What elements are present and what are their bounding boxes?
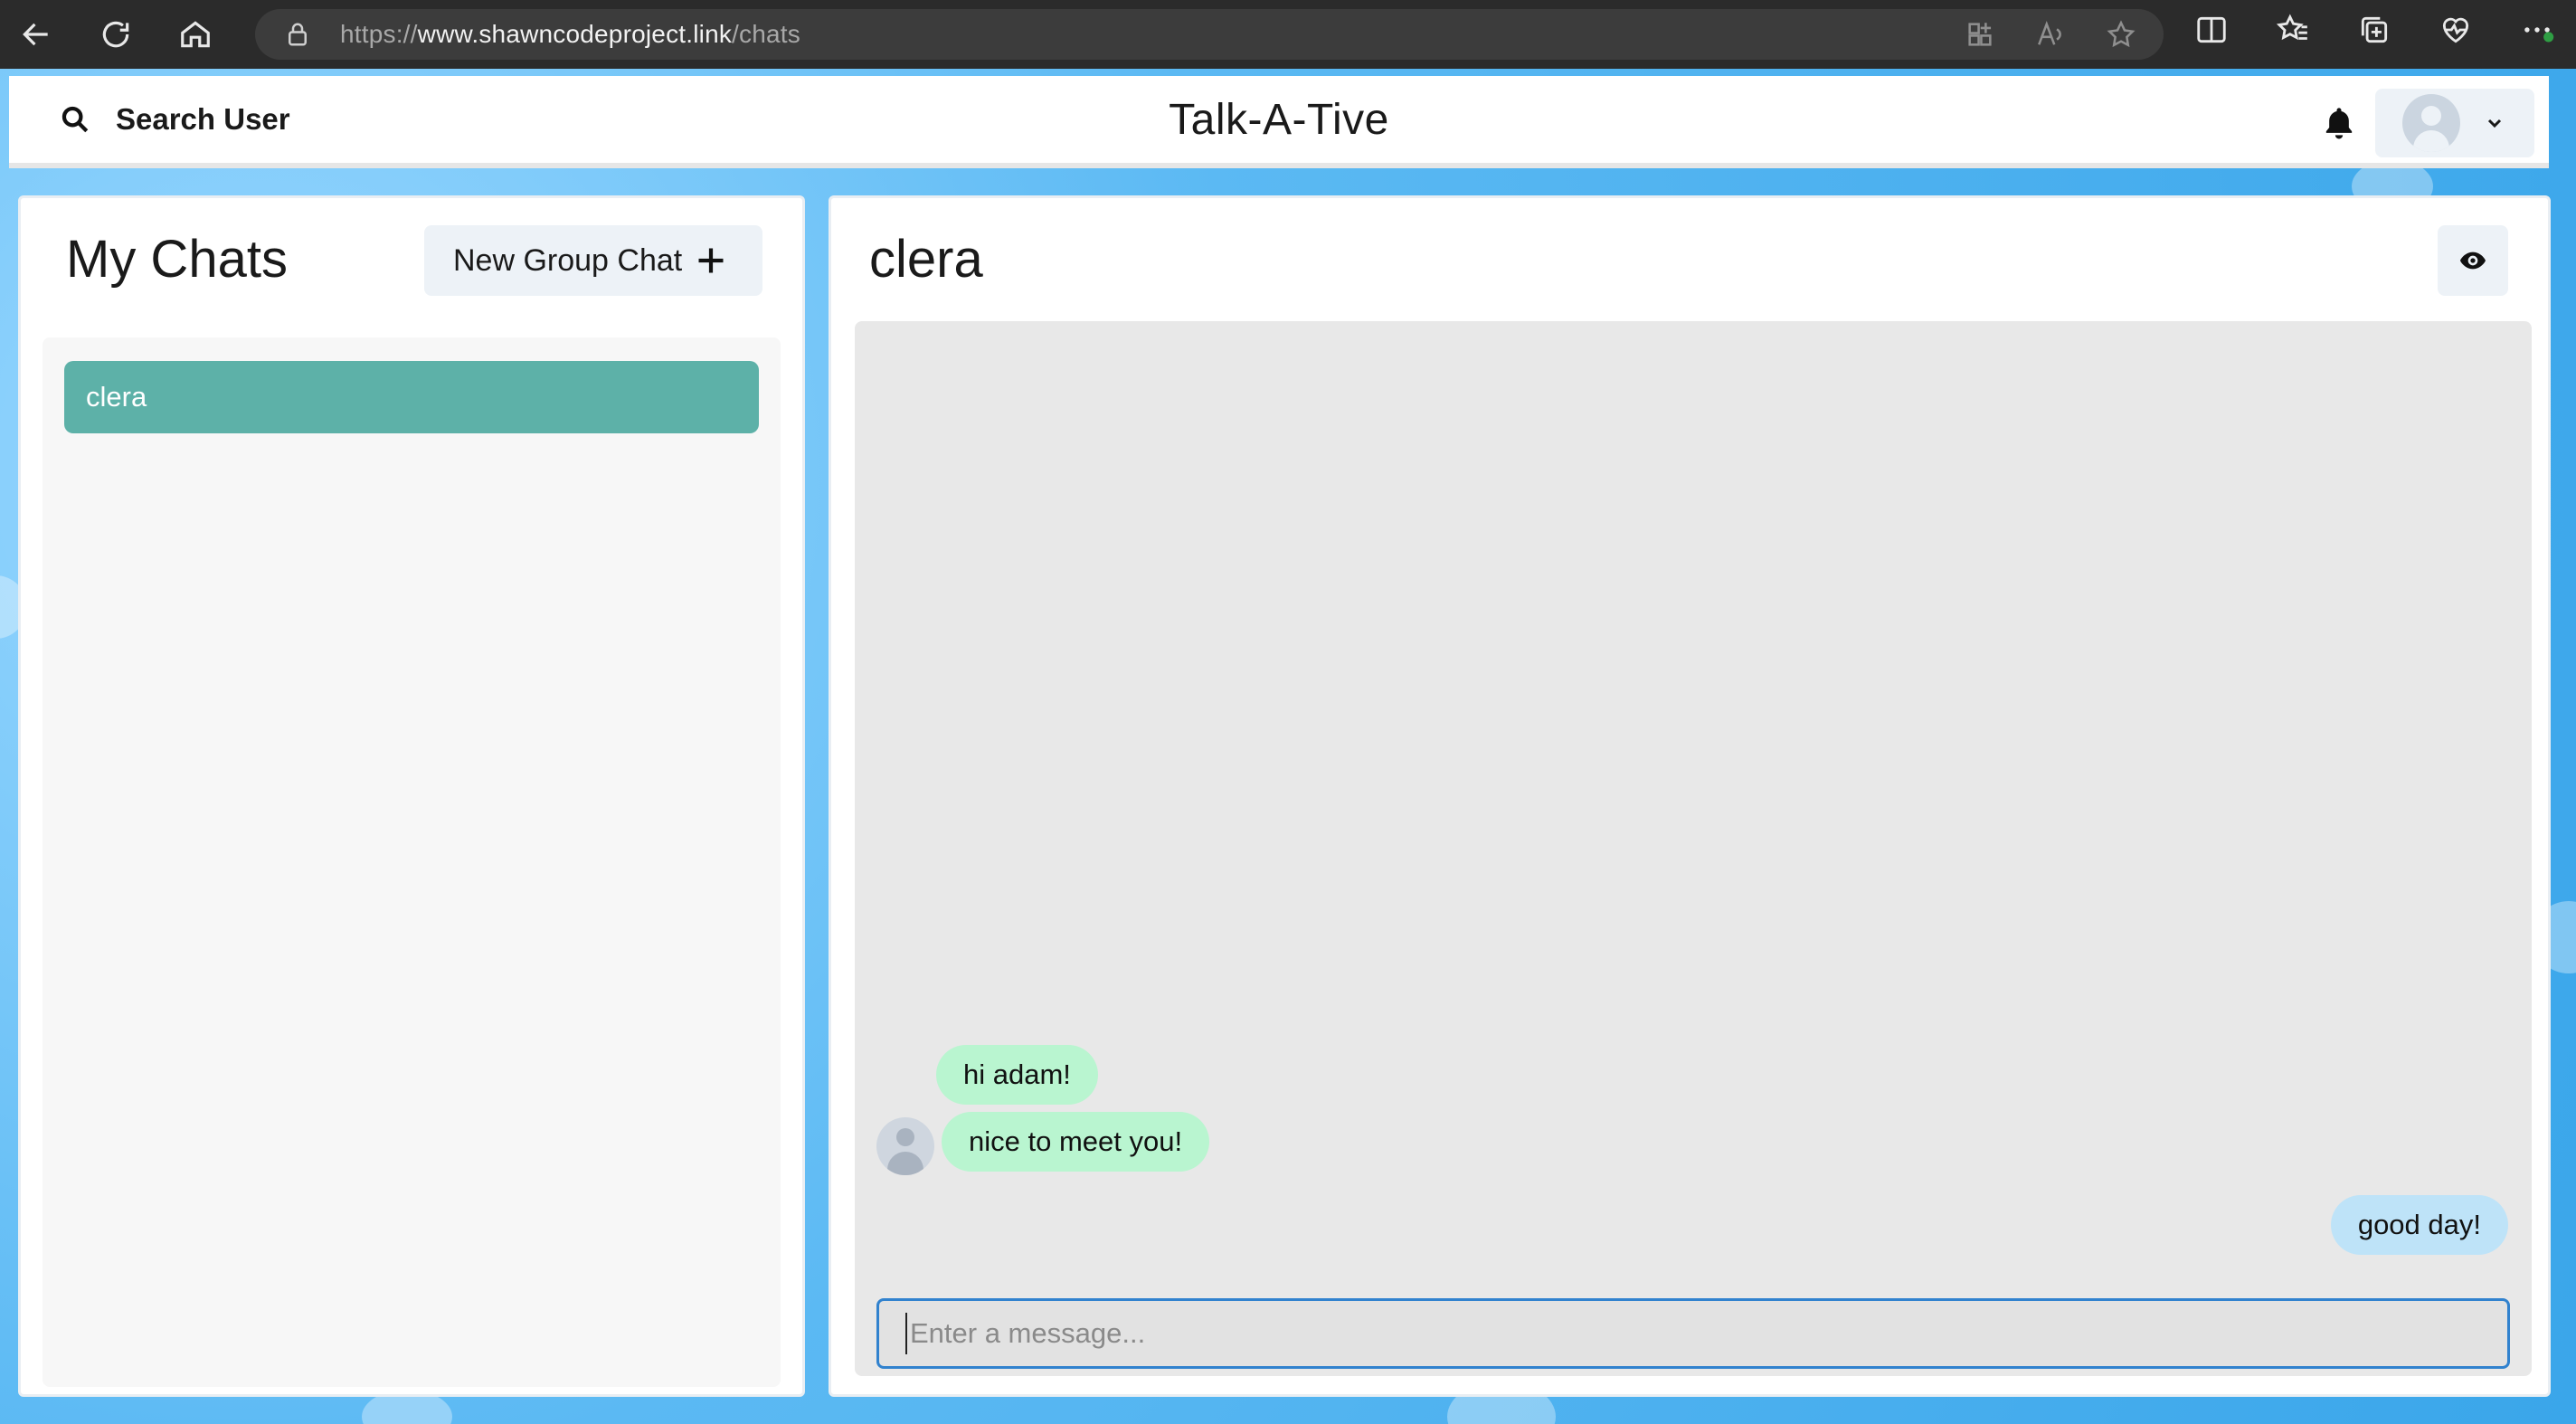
message-bubble-incoming: hi adam! [936, 1045, 1098, 1105]
chat-list-item-name: clera [86, 381, 147, 413]
home-button[interactable] [168, 7, 223, 62]
back-button[interactable] [9, 7, 63, 62]
profile-menu-button[interactable] [2375, 89, 2534, 157]
chat-title: clera [869, 230, 983, 289]
messages-area: hi adam! nice to meet you! good day! [855, 321, 2532, 1376]
eye-icon [2460, 252, 2486, 270]
message-bubble-incoming: nice to meet you! [942, 1112, 1210, 1172]
sender-avatar-icon[interactable] [876, 1117, 934, 1175]
new-group-chat-button[interactable]: New Group Chat [424, 225, 762, 296]
my-chats-title: My Chats [66, 230, 288, 289]
split-screen-icon[interactable] [2194, 13, 2229, 47]
new-group-chat-label: New Group Chat [453, 242, 683, 278]
search-user-button[interactable]: Search User [51, 88, 299, 151]
text-caret [905, 1313, 907, 1354]
plus-icon [698, 248, 724, 273]
chevron-down-icon [2487, 119, 2502, 128]
refresh-icon [102, 21, 129, 48]
avatar-icon [2402, 94, 2460, 152]
read-aloud-icon[interactable] [2035, 19, 2066, 50]
app-available-icon[interactable] [1965, 19, 1995, 50]
chat-panel: clera hi adam! nice to meet you! good da… [829, 195, 2551, 1397]
home-icon [181, 21, 210, 48]
my-chats-panel: My Chats New Group Chat clera [18, 195, 805, 1397]
collections-icon[interactable] [2357, 13, 2391, 47]
favorite-star-icon[interactable] [2106, 19, 2136, 50]
more-options-icon[interactable] [2520, 13, 2554, 47]
app-header: Search User Talk-A-Tive [9, 76, 2549, 168]
browser-toolbar: https://www.shawncodeproject.link/chats [0, 0, 2576, 69]
address-bar[interactable]: https://www.shawncodeproject.link/chats [255, 9, 2164, 60]
search-user-label: Search User [116, 102, 290, 136]
chat-list: clera [43, 337, 781, 1387]
view-profile-button[interactable] [2438, 225, 2508, 296]
lock-icon [289, 23, 307, 46]
app-page: Search User Talk-A-Tive My Chats New Gro… [0, 69, 2576, 1424]
message-input[interactable] [876, 1298, 2510, 1369]
bell-icon[interactable] [2321, 103, 2357, 143]
app-title: Talk-A-Tive [1169, 95, 1389, 144]
back-arrow-icon [23, 23, 48, 46]
favorites-icon[interactable] [2276, 13, 2310, 47]
search-icon [62, 106, 89, 133]
refresh-button[interactable] [89, 7, 143, 62]
url-text: https://www.shawncodeproject.link/chats [340, 20, 800, 48]
chat-list-item[interactable]: clera [64, 361, 759, 433]
health-heart-icon[interactable] [2439, 13, 2473, 47]
message-bubble-outgoing: good day! [2330, 1195, 2508, 1255]
